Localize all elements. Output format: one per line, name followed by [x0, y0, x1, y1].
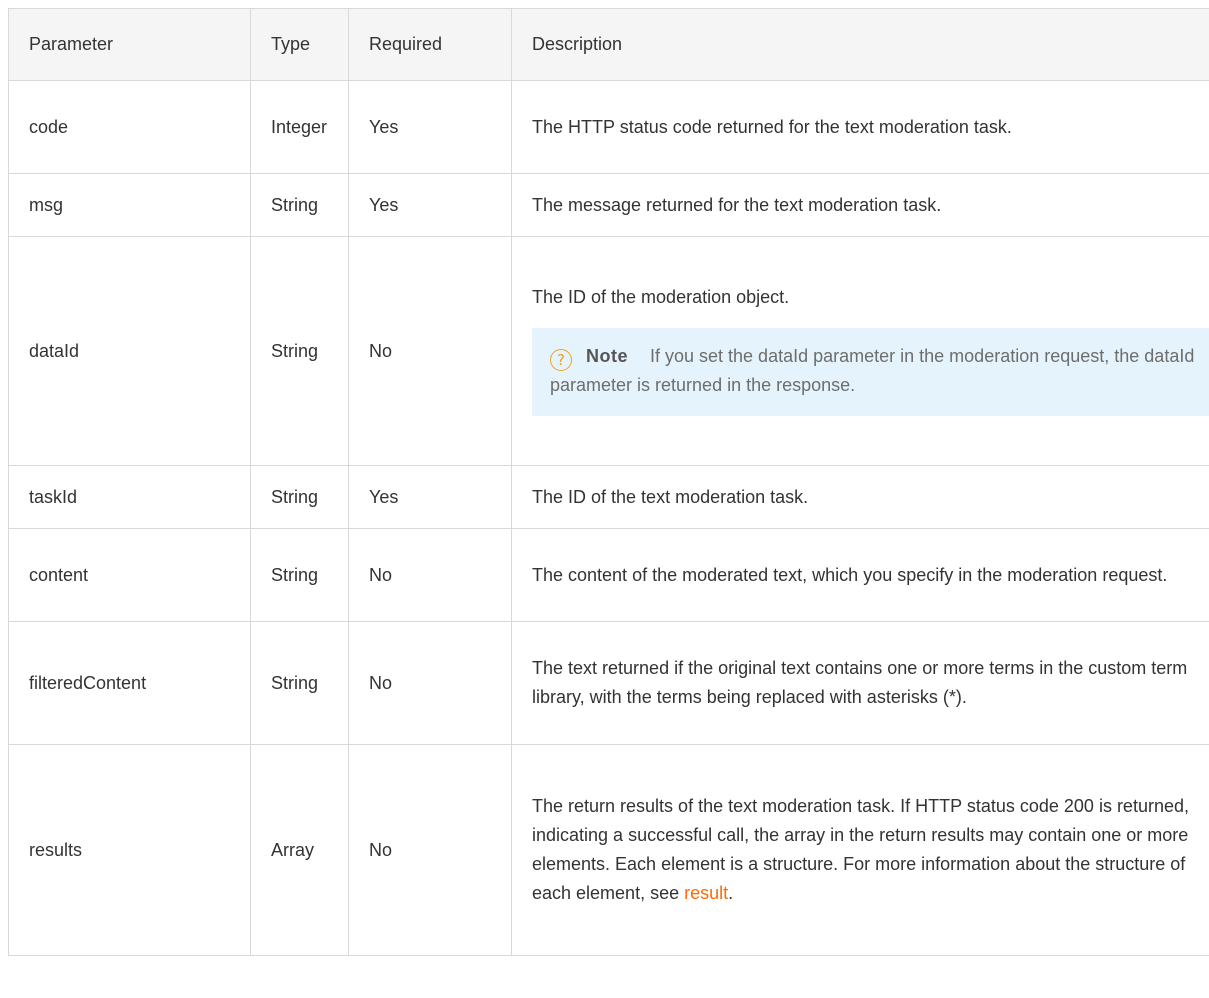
param-type: String [250, 173, 349, 237]
table-row: code Integer Yes The HTTP status code re… [8, 80, 1209, 174]
param-description: The message returned for the text modera… [511, 173, 1209, 237]
param-name: dataId [8, 236, 251, 466]
param-type: String [250, 465, 349, 529]
header-row: Parameter Type Required Description [8, 8, 1209, 81]
param-required: No [348, 528, 512, 622]
response-parameters-table: Parameter Type Required Description code… [8, 8, 1209, 956]
param-required: No [348, 236, 512, 466]
param-name: filteredContent [8, 621, 251, 745]
param-type: String [250, 528, 349, 622]
table-body: code Integer Yes The HTTP status code re… [8, 80, 1209, 956]
param-name: code [8, 80, 251, 174]
param-required: Yes [348, 173, 512, 237]
param-required: No [348, 621, 512, 745]
table-row: dataId String No The ID of the moderatio… [8, 236, 1209, 466]
param-name: results [8, 744, 251, 956]
header-parameter: Parameter [8, 8, 251, 81]
param-required: Yes [348, 80, 512, 174]
param-description: The ID of the text moderation task. [511, 465, 1209, 529]
param-type: Integer [250, 80, 349, 174]
param-description-cell: The ID of the moderation object. ? Note If… [511, 236, 1209, 466]
param-description: The content of the moderated text, which… [511, 528, 1209, 622]
result-link[interactable]: result [684, 883, 728, 903]
param-description: The HTTP status code returned for the te… [511, 80, 1209, 174]
table-row: content String No The content of the mod… [8, 528, 1209, 622]
page: Parameter Type Required Description code… [0, 0, 1209, 998]
header-description: Description [511, 8, 1209, 81]
table-row: taskId String Yes The ID of the text mod… [8, 465, 1209, 529]
table-header: Parameter Type Required Description [8, 8, 1209, 81]
note-title: Note [586, 345, 628, 366]
header-type: Type [250, 8, 349, 81]
param-required: No [348, 744, 512, 956]
table-row: results Array No The return results of t… [8, 744, 1209, 956]
question-circle-icon: ? [550, 348, 572, 371]
param-type: String [250, 236, 349, 466]
param-description: The return results of the text moderatio… [532, 796, 1189, 903]
note-callout: ? Note If you set the dataId parameter in … [532, 327, 1209, 416]
param-name: content [8, 528, 251, 622]
param-description-cell: The return results of the text moderatio… [511, 744, 1209, 956]
table-row: msg String Yes The message returned for … [8, 173, 1209, 237]
param-type: String [250, 621, 349, 745]
param-required: Yes [348, 465, 512, 529]
note-text: If you set the dataId parameter in the m… [550, 345, 1195, 395]
trailing-period: . [728, 883, 734, 903]
header-required: Required [348, 8, 512, 81]
param-description: The text returned if the original text c… [511, 621, 1209, 745]
param-type: Array [250, 744, 349, 956]
param-name: taskId [8, 465, 251, 529]
param-description: The ID of the moderation object. [532, 286, 790, 307]
table-row: filteredContent String No The text retur… [8, 621, 1209, 745]
param-name: msg [8, 173, 251, 237]
